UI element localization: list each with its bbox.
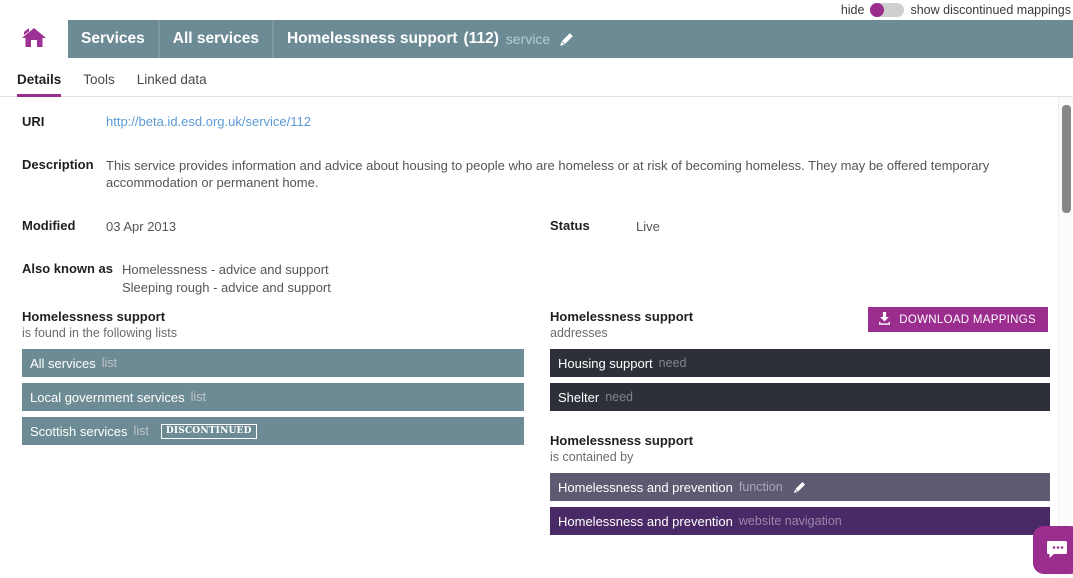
modified-field: Modified 03 Apr 2013 [22,218,550,235]
vertical-scrollbar[interactable] [1058,97,1073,578]
item-name: All services [30,355,96,371]
home-button[interactable] [0,20,68,58]
download-mappings-label: DOWNLOAD MAPPINGS [899,313,1036,326]
also-known-as-item: Sleeping rough - advice and support [122,280,331,295]
breadcrumb-all-services-label: All services [172,30,259,47]
tab-linked-data-label: Linked data [136,72,207,87]
tab-tools-label: Tools [83,72,115,87]
tab-tools[interactable]: Tools [83,72,115,97]
item-name: Scottish services [30,423,128,439]
also-known-as-label: Also known as [22,261,114,276]
pencil-icon[interactable] [793,481,806,494]
tab-linked-data[interactable]: Linked data [137,72,207,97]
group-header: Homelessness support addresses DOWNLOAD … [550,307,1050,341]
discontinued-mappings-switch[interactable] [870,3,905,17]
description-row: Description This service provides inform… [0,157,1058,191]
toggle-show-label: show discontinued mappings [910,3,1071,17]
item-name: Shelter [558,389,600,405]
list-item[interactable]: Scottish services list DISCONTINUED [22,417,524,445]
status-field: Status Live [550,218,660,235]
item-type: function [738,480,783,494]
list-item[interactable]: All services list [22,349,524,377]
group-title: Homelessness support [22,309,166,324]
uri-row: URI http://beta.id.esd.org.uk/service/11… [0,114,1058,129]
current-entity-type: service [505,31,551,47]
description-label: Description [22,157,94,172]
current-entity-id: (112) [463,30,499,47]
relationship-group-addresses: Homelessness support addresses DOWNLOAD … [550,307,1050,411]
relationship-column-right: Homelessness support addresses DOWNLOAD … [550,307,1050,557]
list-item[interactable]: Homelessness and prevention function [550,473,1050,501]
tab-bar: Details Tools Linked data [0,58,1073,97]
list-item[interactable]: Housing support need [550,349,1050,377]
download-icon [877,311,892,329]
tab-details-label: Details [17,72,62,87]
group-header: Homelessness support is found in the fol… [22,309,524,341]
item-type: list [101,356,118,370]
discontinued-mappings-toggle-bar: hide show discontinued mappings [832,0,1073,20]
relationship-column-left: Homelessness support is found in the fol… [22,309,524,557]
status-label: Status [550,218,590,233]
item-name: Local government services [30,389,185,405]
home-icon [21,26,47,52]
group-title: Homelessness support [550,433,694,448]
toggle-knob [870,3,885,17]
also-known-as-values: Homelessness - advice and support Sleepi… [122,261,331,297]
list-item[interactable]: Homelessness and prevention website navi… [550,507,1050,535]
also-known-as-item: Homelessness - advice and support [122,262,329,277]
relationship-group-found-in-lists: Homelessness support is found in the fol… [22,309,524,445]
item-name: Homelessness and prevention [558,479,733,495]
uri-label: URI [22,114,45,129]
item-type: need [658,356,687,370]
item-type: list [133,424,149,438]
relationship-panels: Homelessness support is found in the fol… [0,307,1058,557]
modified-label: Modified [22,218,76,233]
list-item[interactable]: Shelter need [550,383,1050,411]
pencil-icon[interactable] [559,32,574,47]
scrollbar-thumb[interactable] [1062,105,1071,213]
chat-bubble-icon [1045,537,1069,564]
description-value: This service provides information and ad… [106,158,990,190]
group-subtitle: is found in the following lists [22,326,177,340]
also-known-as-row: Also known as Homelessness - advice and … [0,261,1058,297]
details-panel: URI http://beta.id.esd.org.uk/service/11… [0,97,1058,578]
breadcrumb-item-all-services[interactable]: All services [159,20,274,58]
group-subtitle: is contained by [550,450,634,464]
status-value: Live [636,219,660,234]
modified-value: 03 Apr 2013 [106,219,177,234]
breadcrumb-item-current[interactable]: Homelessness support (112) service [273,20,1073,58]
tab-details[interactable]: Details [17,72,62,97]
chat-widget-button[interactable] [1033,526,1073,574]
breadcrumb: Services All services Homelessness suppo… [0,20,1073,58]
current-entity-label: Homelessness support [286,30,458,47]
item-type: need [605,390,634,404]
status-badge: DISCONTINUED [160,423,257,439]
item-name: Housing support [558,355,653,371]
relationship-group-contained-by: Homelessness support is contained by Hom… [550,433,1050,535]
download-mappings-button[interactable]: DOWNLOAD MAPPINGS [868,307,1048,332]
breadcrumb-item-services[interactable]: Services [68,20,160,58]
breadcrumb-services-label: Services [81,30,145,47]
group-header: Homelessness support is contained by [550,433,1050,465]
list-item[interactable]: Local government services list [22,383,524,411]
toggle-hide-label: hide [840,3,865,17]
uri-link[interactable]: http://beta.id.esd.org.uk/service/112 [106,114,311,129]
item-type: website navigation [738,514,842,528]
item-name: Homelessness and prevention [558,513,733,529]
item-type: list [190,390,206,404]
metadata-row: Modified 03 Apr 2013 Status Live [0,218,1058,235]
